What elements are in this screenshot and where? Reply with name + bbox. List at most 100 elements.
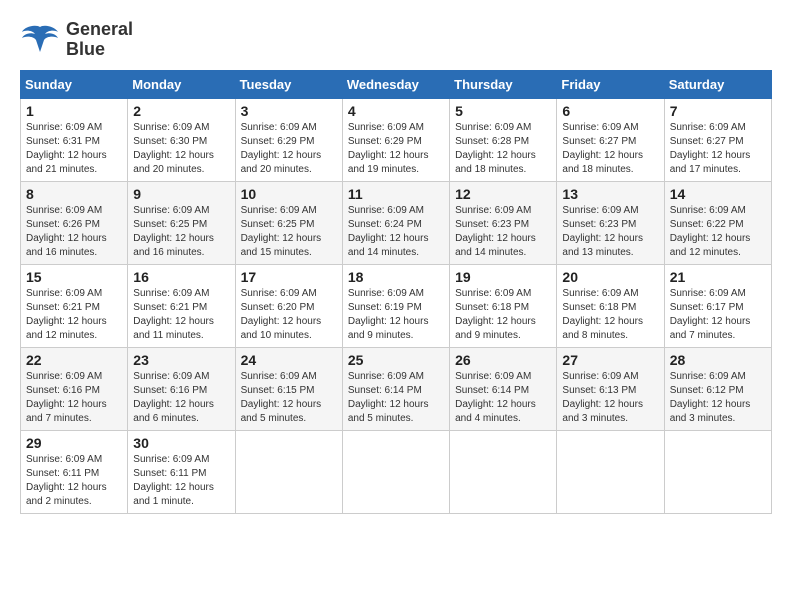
calendar-day-25: 25 Sunrise: 6:09 AMSunset: 6:14 PMDaylig… (342, 347, 449, 430)
day-number: 7 (670, 103, 766, 119)
weekday-header-sunday: Sunday (21, 70, 128, 98)
day-number: 29 (26, 435, 122, 451)
day-info: Sunrise: 6:09 AMSunset: 6:18 PMDaylight:… (562, 288, 643, 341)
day-info: Sunrise: 6:09 AMSunset: 6:29 PMDaylight:… (241, 122, 322, 175)
calendar-week-1: 1 Sunrise: 6:09 AMSunset: 6:31 PMDayligh… (21, 98, 772, 181)
calendar-day-19: 19 Sunrise: 6:09 AMSunset: 6:18 PMDaylig… (450, 264, 557, 347)
calendar-day-20: 20 Sunrise: 6:09 AMSunset: 6:18 PMDaylig… (557, 264, 664, 347)
empty-cell (342, 430, 449, 513)
calendar-day-30: 30 Sunrise: 6:09 AMSunset: 6:11 PMDaylig… (128, 430, 235, 513)
calendar-day-10: 10 Sunrise: 6:09 AMSunset: 6:25 PMDaylig… (235, 181, 342, 264)
day-info: Sunrise: 6:09 AMSunset: 6:27 PMDaylight:… (562, 122, 643, 175)
calendar-day-14: 14 Sunrise: 6:09 AMSunset: 6:22 PMDaylig… (664, 181, 771, 264)
day-number: 5 (455, 103, 551, 119)
day-info: Sunrise: 6:09 AMSunset: 6:29 PMDaylight:… (348, 122, 429, 175)
weekday-header-thursday: Thursday (450, 70, 557, 98)
calendar-day-26: 26 Sunrise: 6:09 AMSunset: 6:14 PMDaylig… (450, 347, 557, 430)
day-number: 4 (348, 103, 444, 119)
day-number: 14 (670, 186, 766, 202)
day-info: Sunrise: 6:09 AMSunset: 6:30 PMDaylight:… (133, 122, 214, 175)
calendar-table: SundayMondayTuesdayWednesdayThursdayFrid… (20, 70, 772, 514)
day-number: 11 (348, 186, 444, 202)
day-info: Sunrise: 6:09 AMSunset: 6:23 PMDaylight:… (455, 205, 536, 258)
calendar-day-17: 17 Sunrise: 6:09 AMSunset: 6:20 PMDaylig… (235, 264, 342, 347)
day-info: Sunrise: 6:09 AMSunset: 6:15 PMDaylight:… (241, 371, 322, 424)
day-info: Sunrise: 6:09 AMSunset: 6:18 PMDaylight:… (455, 288, 536, 341)
day-number: 30 (133, 435, 229, 451)
day-info: Sunrise: 6:09 AMSunset: 6:17 PMDaylight:… (670, 288, 751, 341)
calendar-day-6: 6 Sunrise: 6:09 AMSunset: 6:27 PMDayligh… (557, 98, 664, 181)
calendar-day-9: 9 Sunrise: 6:09 AMSunset: 6:25 PMDayligh… (128, 181, 235, 264)
day-number: 17 (241, 269, 337, 285)
empty-cell (664, 430, 771, 513)
calendar-week-4: 22 Sunrise: 6:09 AMSunset: 6:16 PMDaylig… (21, 347, 772, 430)
calendar-day-16: 16 Sunrise: 6:09 AMSunset: 6:21 PMDaylig… (128, 264, 235, 347)
calendar-day-21: 21 Sunrise: 6:09 AMSunset: 6:17 PMDaylig… (664, 264, 771, 347)
day-info: Sunrise: 6:09 AMSunset: 6:24 PMDaylight:… (348, 205, 429, 258)
day-info: Sunrise: 6:09 AMSunset: 6:21 PMDaylight:… (26, 288, 107, 341)
logo: General Blue (20, 20, 133, 60)
weekday-header-monday: Monday (128, 70, 235, 98)
day-number: 6 (562, 103, 658, 119)
day-info: Sunrise: 6:09 AMSunset: 6:28 PMDaylight:… (455, 122, 536, 175)
day-info: Sunrise: 6:09 AMSunset: 6:16 PMDaylight:… (26, 371, 107, 424)
day-info: Sunrise: 6:09 AMSunset: 6:14 PMDaylight:… (348, 371, 429, 424)
page-header: General Blue (20, 20, 772, 60)
empty-cell (450, 430, 557, 513)
day-number: 28 (670, 352, 766, 368)
calendar-week-2: 8 Sunrise: 6:09 AMSunset: 6:26 PMDayligh… (21, 181, 772, 264)
day-info: Sunrise: 6:09 AMSunset: 6:14 PMDaylight:… (455, 371, 536, 424)
logo-text: General Blue (66, 20, 133, 60)
day-info: Sunrise: 6:09 AMSunset: 6:12 PMDaylight:… (670, 371, 751, 424)
calendar-day-7: 7 Sunrise: 6:09 AMSunset: 6:27 PMDayligh… (664, 98, 771, 181)
logo-icon (20, 22, 60, 57)
day-info: Sunrise: 6:09 AMSunset: 6:11 PMDaylight:… (133, 454, 214, 507)
weekday-header-row: SundayMondayTuesdayWednesdayThursdayFrid… (21, 70, 772, 98)
day-info: Sunrise: 6:09 AMSunset: 6:11 PMDaylight:… (26, 454, 107, 507)
calendar-day-13: 13 Sunrise: 6:09 AMSunset: 6:23 PMDaylig… (557, 181, 664, 264)
day-info: Sunrise: 6:09 AMSunset: 6:22 PMDaylight:… (670, 205, 751, 258)
day-info: Sunrise: 6:09 AMSunset: 6:16 PMDaylight:… (133, 371, 214, 424)
day-number: 27 (562, 352, 658, 368)
day-number: 10 (241, 186, 337, 202)
day-number: 9 (133, 186, 229, 202)
day-info: Sunrise: 6:09 AMSunset: 6:25 PMDaylight:… (241, 205, 322, 258)
day-info: Sunrise: 6:09 AMSunset: 6:23 PMDaylight:… (562, 205, 643, 258)
day-info: Sunrise: 6:09 AMSunset: 6:13 PMDaylight:… (562, 371, 643, 424)
day-info: Sunrise: 6:09 AMSunset: 6:27 PMDaylight:… (670, 122, 751, 175)
day-info: Sunrise: 6:09 AMSunset: 6:20 PMDaylight:… (241, 288, 322, 341)
weekday-header-saturday: Saturday (664, 70, 771, 98)
day-number: 12 (455, 186, 551, 202)
calendar-day-24: 24 Sunrise: 6:09 AMSunset: 6:15 PMDaylig… (235, 347, 342, 430)
day-number: 2 (133, 103, 229, 119)
day-number: 18 (348, 269, 444, 285)
calendar-day-2: 2 Sunrise: 6:09 AMSunset: 6:30 PMDayligh… (128, 98, 235, 181)
weekday-header-wednesday: Wednesday (342, 70, 449, 98)
weekday-header-tuesday: Tuesday (235, 70, 342, 98)
day-info: Sunrise: 6:09 AMSunset: 6:25 PMDaylight:… (133, 205, 214, 258)
empty-cell (557, 430, 664, 513)
calendar-day-12: 12 Sunrise: 6:09 AMSunset: 6:23 PMDaylig… (450, 181, 557, 264)
day-number: 25 (348, 352, 444, 368)
calendar-day-18: 18 Sunrise: 6:09 AMSunset: 6:19 PMDaylig… (342, 264, 449, 347)
calendar-week-3: 15 Sunrise: 6:09 AMSunset: 6:21 PMDaylig… (21, 264, 772, 347)
day-number: 24 (241, 352, 337, 368)
day-info: Sunrise: 6:09 AMSunset: 6:26 PMDaylight:… (26, 205, 107, 258)
day-info: Sunrise: 6:09 AMSunset: 6:31 PMDaylight:… (26, 122, 107, 175)
weekday-header-friday: Friday (557, 70, 664, 98)
calendar-day-3: 3 Sunrise: 6:09 AMSunset: 6:29 PMDayligh… (235, 98, 342, 181)
day-number: 1 (26, 103, 122, 119)
day-number: 26 (455, 352, 551, 368)
calendar-day-5: 5 Sunrise: 6:09 AMSunset: 6:28 PMDayligh… (450, 98, 557, 181)
calendar-day-23: 23 Sunrise: 6:09 AMSunset: 6:16 PMDaylig… (128, 347, 235, 430)
day-number: 16 (133, 269, 229, 285)
day-number: 19 (455, 269, 551, 285)
calendar-week-5: 29 Sunrise: 6:09 AMSunset: 6:11 PMDaylig… (21, 430, 772, 513)
day-number: 8 (26, 186, 122, 202)
day-number: 20 (562, 269, 658, 285)
day-number: 22 (26, 352, 122, 368)
day-number: 13 (562, 186, 658, 202)
empty-cell (235, 430, 342, 513)
calendar-day-4: 4 Sunrise: 6:09 AMSunset: 6:29 PMDayligh… (342, 98, 449, 181)
day-number: 3 (241, 103, 337, 119)
